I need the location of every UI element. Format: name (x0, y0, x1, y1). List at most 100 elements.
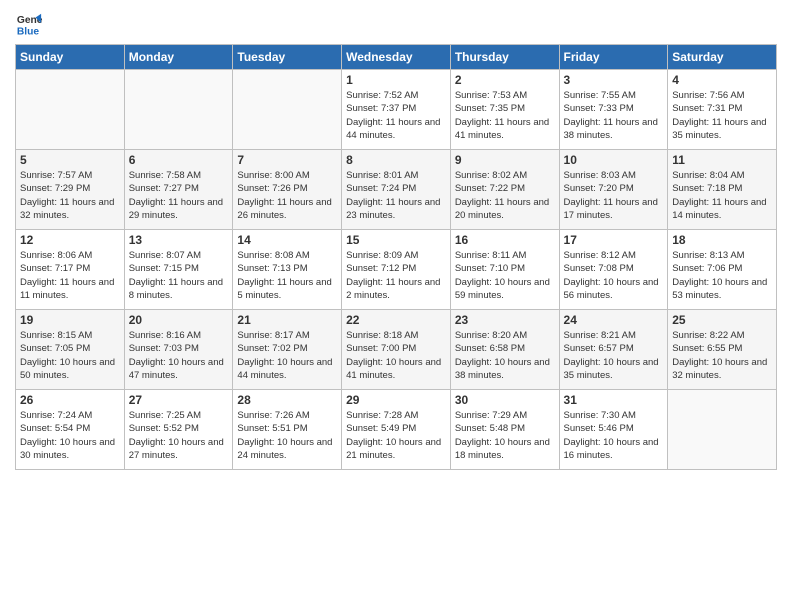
calendar-cell: 29 Sunrise: 7:28 AMSunset: 5:49 PMDayligh… (342, 390, 451, 470)
day-info: Sunrise: 7:55 AMSunset: 7:33 PMDaylight:… (564, 89, 664, 142)
day-number: 31 (564, 393, 664, 407)
calendar-dow-header: Friday (559, 45, 668, 70)
calendar-cell: 5 Sunrise: 7:57 AMSunset: 7:29 PMDaylight… (16, 150, 125, 230)
day-number: 17 (564, 233, 664, 247)
day-info: Sunrise: 8:18 AMSunset: 7:00 PMDaylight:… (346, 329, 446, 382)
calendar-cell: 17 Sunrise: 8:12 AMSunset: 7:08 PMDayligh… (559, 230, 668, 310)
calendar-header-row: SundayMondayTuesdayWednesdayThursdayFrid… (16, 45, 777, 70)
day-number: 6 (129, 153, 229, 167)
day-number: 12 (20, 233, 120, 247)
calendar-cell: 11 Sunrise: 8:04 AMSunset: 7:18 PMDayligh… (668, 150, 777, 230)
calendar-cell: 19Sunrise: 8:15 AMSunset: 7:05 PMDayligh… (16, 310, 125, 390)
calendar-cell: 18 Sunrise: 8:13 AMSunset: 7:06 PMDayligh… (668, 230, 777, 310)
day-info: Sunrise: 7:26 AMSunset: 5:51 PMDaylight:… (237, 409, 337, 462)
day-number: 9 (455, 153, 555, 167)
calendar-cell: 14 Sunrise: 8:08 AMSunset: 7:13 PMDayligh… (233, 230, 342, 310)
calendar-cell: 3Sunrise: 7:55 AMSunset: 7:33 PMDaylight… (559, 70, 668, 150)
calendar-week-row: 26Sunrise: 7:24 AMSunset: 5:54 PMDayligh… (16, 390, 777, 470)
day-info: Sunrise: 8:08 AMSunset: 7:13 PMDaylight:… (237, 249, 337, 302)
day-info: Sunrise: 8:20 AMSunset: 6:58 PMDaylight:… (455, 329, 555, 382)
calendar-cell: 1 Sunrise: 7:52 AMSunset: 7:37 PMDaylight… (342, 70, 451, 150)
day-number: 13 (129, 233, 229, 247)
calendar-cell: 4 Sunrise: 7:56 AMSunset: 7:31 PMDaylight… (668, 70, 777, 150)
calendar-cell: 21 Sunrise: 8:17 AMSunset: 7:02 PMDayligh… (233, 310, 342, 390)
calendar-cell: 24Sunrise: 8:21 AMSunset: 6:57 PMDayligh… (559, 310, 668, 390)
calendar-dow-header: Thursday (450, 45, 559, 70)
day-number: 16 (455, 233, 555, 247)
day-number: 29 (346, 393, 446, 407)
day-info: Sunrise: 8:02 AMSunset: 7:22 PMDaylight:… (455, 169, 555, 222)
day-info: Sunrise: 7:58 AMSunset: 7:27 PMDaylight:… (129, 169, 229, 222)
calendar-cell (124, 70, 233, 150)
calendar-cell: 25 Sunrise: 8:22 AMSunset: 6:55 PMDayligh… (668, 310, 777, 390)
calendar-week-row: 1 Sunrise: 7:52 AMSunset: 7:37 PMDaylight… (16, 70, 777, 150)
day-info: Sunrise: 8:03 AMSunset: 7:20 PMDaylight:… (564, 169, 664, 222)
day-info: Sunrise: 8:22 AMSunset: 6:55 PMDaylight:… (672, 329, 772, 382)
calendar-cell (668, 390, 777, 470)
calendar-cell: 30 Sunrise: 7:29 AMSunset: 5:48 PMDayligh… (450, 390, 559, 470)
day-info: Sunrise: 8:06 AMSunset: 7:17 PMDaylight:… (20, 249, 120, 302)
day-number: 14 (237, 233, 337, 247)
day-info: Sunrise: 7:30 AMSunset: 5:46 PMDaylight:… (564, 409, 664, 462)
calendar-cell: 9 Sunrise: 8:02 AMSunset: 7:22 PMDaylight… (450, 150, 559, 230)
day-number: 23 (455, 313, 555, 327)
calendar-cell: 12 Sunrise: 8:06 AMSunset: 7:17 PMDayligh… (16, 230, 125, 310)
calendar-table: SundayMondayTuesdayWednesdayThursdayFrid… (15, 44, 777, 470)
day-number: 7 (237, 153, 337, 167)
day-number: 5 (20, 153, 120, 167)
calendar-cell: 15Sunrise: 8:09 AMSunset: 7:12 PMDayligh… (342, 230, 451, 310)
day-number: 28 (237, 393, 337, 407)
day-number: 30 (455, 393, 555, 407)
day-info: Sunrise: 8:17 AMSunset: 7:02 PMDaylight:… (237, 329, 337, 382)
day-info: Sunrise: 7:29 AMSunset: 5:48 PMDaylight:… (455, 409, 555, 462)
day-number: 22 (346, 313, 446, 327)
day-number: 20 (129, 313, 229, 327)
calendar-cell: 31 Sunrise: 7:30 AMSunset: 5:46 PMDayligh… (559, 390, 668, 470)
day-info: Sunrise: 7:52 AMSunset: 7:37 PMDaylight:… (346, 89, 446, 142)
calendar-cell: 26Sunrise: 7:24 AMSunset: 5:54 PMDayligh… (16, 390, 125, 470)
day-info: Sunrise: 8:13 AMSunset: 7:06 PMDaylight:… (672, 249, 772, 302)
page-container: General Blue SundayMondayTuesdayWednesda… (0, 0, 792, 480)
day-number: 27 (129, 393, 229, 407)
day-info: Sunrise: 8:04 AMSunset: 7:18 PMDaylight:… (672, 169, 772, 222)
calendar-dow-header: Tuesday (233, 45, 342, 70)
day-info: Sunrise: 8:15 AMSunset: 7:05 PMDaylight:… (20, 329, 120, 382)
calendar-cell: 6 Sunrise: 7:58 AMSunset: 7:27 PMDaylight… (124, 150, 233, 230)
calendar-dow-header: Saturday (668, 45, 777, 70)
day-info: Sunrise: 7:56 AMSunset: 7:31 PMDaylight:… (672, 89, 772, 142)
day-info: Sunrise: 8:07 AMSunset: 7:15 PMDaylight:… (129, 249, 229, 302)
calendar-cell (233, 70, 342, 150)
day-info: Sunrise: 8:00 AMSunset: 7:26 PMDaylight:… (237, 169, 337, 222)
day-info: Sunrise: 7:28 AMSunset: 5:49 PMDaylight:… (346, 409, 446, 462)
calendar-cell: 27 Sunrise: 7:25 AMSunset: 5:52 PMDayligh… (124, 390, 233, 470)
calendar-cell: 7 Sunrise: 8:00 AMSunset: 7:26 PMDaylight… (233, 150, 342, 230)
calendar-dow-header: Sunday (16, 45, 125, 70)
header: General Blue (15, 10, 777, 38)
day-info: Sunrise: 8:16 AMSunset: 7:03 PMDaylight:… (129, 329, 229, 382)
calendar-cell: 16Sunrise: 8:11 AMSunset: 7:10 PMDayligh… (450, 230, 559, 310)
calendar-cell: 8 Sunrise: 8:01 AMSunset: 7:24 PMDaylight… (342, 150, 451, 230)
day-number: 18 (672, 233, 772, 247)
day-info: Sunrise: 8:12 AMSunset: 7:08 PMDaylight:… (564, 249, 664, 302)
calendar-cell: 20 Sunrise: 8:16 AMSunset: 7:03 PMDayligh… (124, 310, 233, 390)
day-number: 8 (346, 153, 446, 167)
day-info: Sunrise: 7:24 AMSunset: 5:54 PMDaylight:… (20, 409, 120, 462)
day-number: 25 (672, 313, 772, 327)
day-info: Sunrise: 8:09 AMSunset: 7:12 PMDaylight:… (346, 249, 446, 302)
day-info: Sunrise: 7:53 AMSunset: 7:35 PMDaylight:… (455, 89, 555, 142)
calendar-cell: 2Sunrise: 7:53 AMSunset: 7:35 PMDaylight… (450, 70, 559, 150)
svg-text:Blue: Blue (17, 26, 40, 37)
day-info: Sunrise: 7:57 AMSunset: 7:29 PMDaylight:… (20, 169, 120, 222)
calendar-cell: 10Sunrise: 8:03 AMSunset: 7:20 PMDayligh… (559, 150, 668, 230)
day-number: 11 (672, 153, 772, 167)
calendar-dow-header: Monday (124, 45, 233, 70)
calendar-cell: 22 Sunrise: 8:18 AMSunset: 7:00 PMDayligh… (342, 310, 451, 390)
calendar-cell: 28 Sunrise: 7:26 AMSunset: 5:51 PMDayligh… (233, 390, 342, 470)
day-info: Sunrise: 8:01 AMSunset: 7:24 PMDaylight:… (346, 169, 446, 222)
calendar-dow-header: Wednesday (342, 45, 451, 70)
day-number: 4 (672, 73, 772, 87)
day-info: Sunrise: 7:25 AMSunset: 5:52 PMDaylight:… (129, 409, 229, 462)
day-number: 1 (346, 73, 446, 87)
calendar-cell: 23 Sunrise: 8:20 AMSunset: 6:58 PMDayligh… (450, 310, 559, 390)
day-number: 21 (237, 313, 337, 327)
